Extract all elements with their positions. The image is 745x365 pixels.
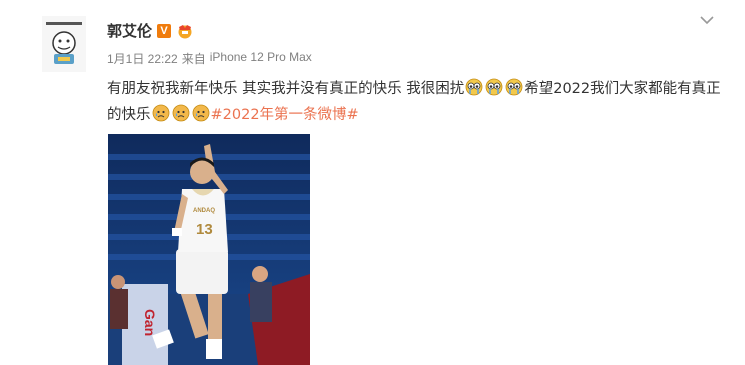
banner-text: Gan	[142, 309, 158, 336]
author-line: 郭艾伦 V	[107, 20, 194, 41]
sad-face-icon	[192, 104, 210, 122]
hashtag-link[interactable]: #2022年第一条微博#	[211, 107, 359, 123]
post-source: iPhone 12 Pro Max	[209, 50, 312, 64]
crying-eye-icon	[465, 78, 483, 96]
jersey-number: 13	[196, 221, 213, 238]
basketball-player-photo: Gan ANDAQ 13	[108, 134, 310, 365]
crying-eye-icon	[485, 78, 503, 96]
source-prefix: 来自	[181, 52, 206, 66]
post-text-part1: 有朋友祝我新年快乐 其实我并没有真正的快乐 我很困扰	[107, 81, 465, 97]
post-time[interactable]: 1月1日 22:22	[107, 50, 178, 67]
chevron-down-icon[interactable]	[698, 12, 716, 26]
sad-face-icon	[172, 104, 190, 122]
sad-face-icon	[152, 104, 170, 122]
post-meta: 1月1日 22:22 来自 iPhone 12 Pro Max	[107, 50, 312, 67]
vip-badge[interactable]: V	[157, 23, 172, 38]
avatar[interactable]	[42, 16, 86, 72]
author-name[interactable]: 郭艾伦	[107, 20, 152, 41]
post-image[interactable]: Gan ANDAQ 13	[108, 134, 310, 365]
crying-eye-icon	[505, 78, 523, 96]
post-text: 有朋友祝我新年快乐 其实我并没有真正的快乐 我很困扰 希望2022我们大家都能有真…	[107, 76, 722, 128]
member-level-icon[interactable]	[176, 23, 194, 39]
jersey-team: ANDAQ	[193, 208, 215, 214]
avatar-image	[42, 16, 86, 72]
